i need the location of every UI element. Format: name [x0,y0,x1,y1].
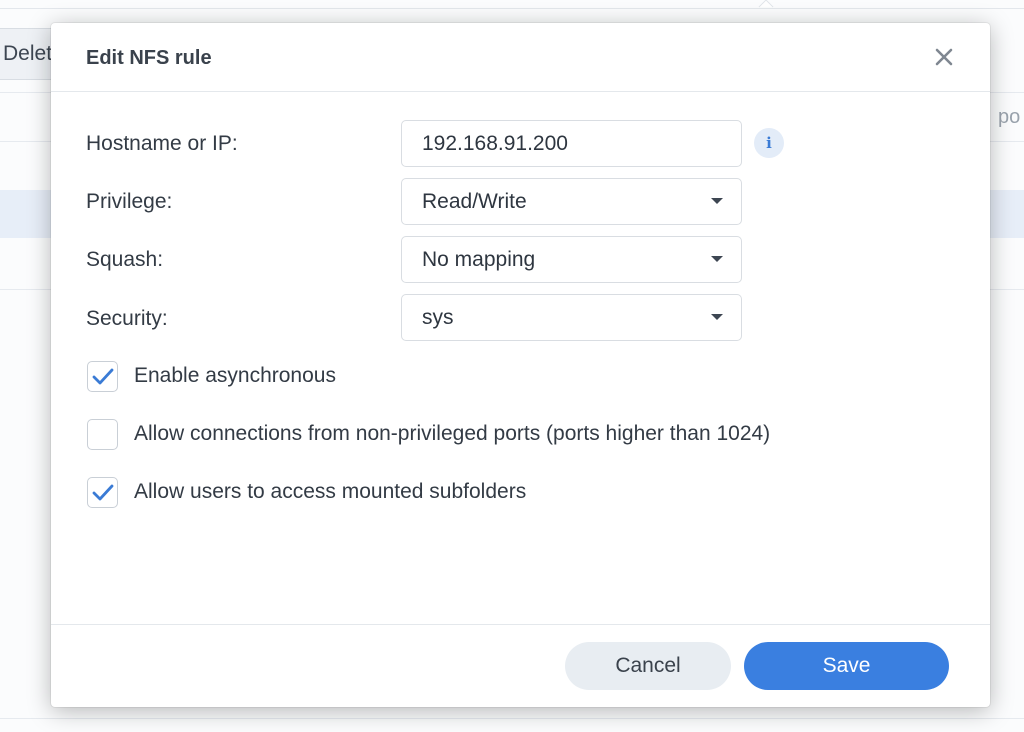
security-label: Security: [86,307,168,330]
squash-select[interactable]: No mapping [401,236,742,283]
enable-async-label: Enable asynchronous [134,364,336,387]
save-button[interactable]: Save [744,642,949,690]
squash-label: Squash: [86,248,164,271]
non-privileged-ports-checkbox[interactable] [87,419,118,450]
dialog-header: Edit NFS rule [51,23,990,92]
edit-nfs-rule-dialog: Edit NFS rule Hostname or IP: 192.168.91… [51,23,990,707]
dialog-title: Edit NFS rule [86,47,212,69]
hostname-value: 192.168.91.200 [422,132,568,155]
chevron-down-icon [711,314,723,320]
dialog-footer: Cancel Save [51,624,990,707]
background-divider [0,8,1024,9]
checkmark-icon [92,368,114,385]
privilege-label: Privilege: [86,190,173,213]
enable-async-checkbox[interactable] [87,361,118,392]
privilege-select[interactable]: Read/Write [401,178,742,225]
security-value: sys [422,306,454,329]
privilege-value: Read/Write [422,190,527,213]
popover-notch [758,0,774,8]
close-icon[interactable] [932,45,956,69]
security-select[interactable]: sys [401,294,742,341]
hostname-input[interactable]: 192.168.91.200 [401,120,742,167]
mounted-subfolders-checkbox[interactable] [87,477,118,508]
non-privileged-ports-label: Allow connections from non-privileged po… [134,422,771,445]
background-row-divider [0,718,1024,719]
hostname-label: Hostname or IP: [86,132,238,155]
chevron-down-icon [711,256,723,262]
info-icon[interactable]: i [754,128,784,158]
background-column-text: po [998,106,1021,128]
chevron-down-icon [711,198,723,204]
checkmark-icon [92,484,114,501]
mounted-subfolders-label: Allow users to access mounted subfolders [134,480,527,503]
squash-value: No mapping [422,248,536,271]
cancel-button[interactable]: Cancel [565,642,731,690]
